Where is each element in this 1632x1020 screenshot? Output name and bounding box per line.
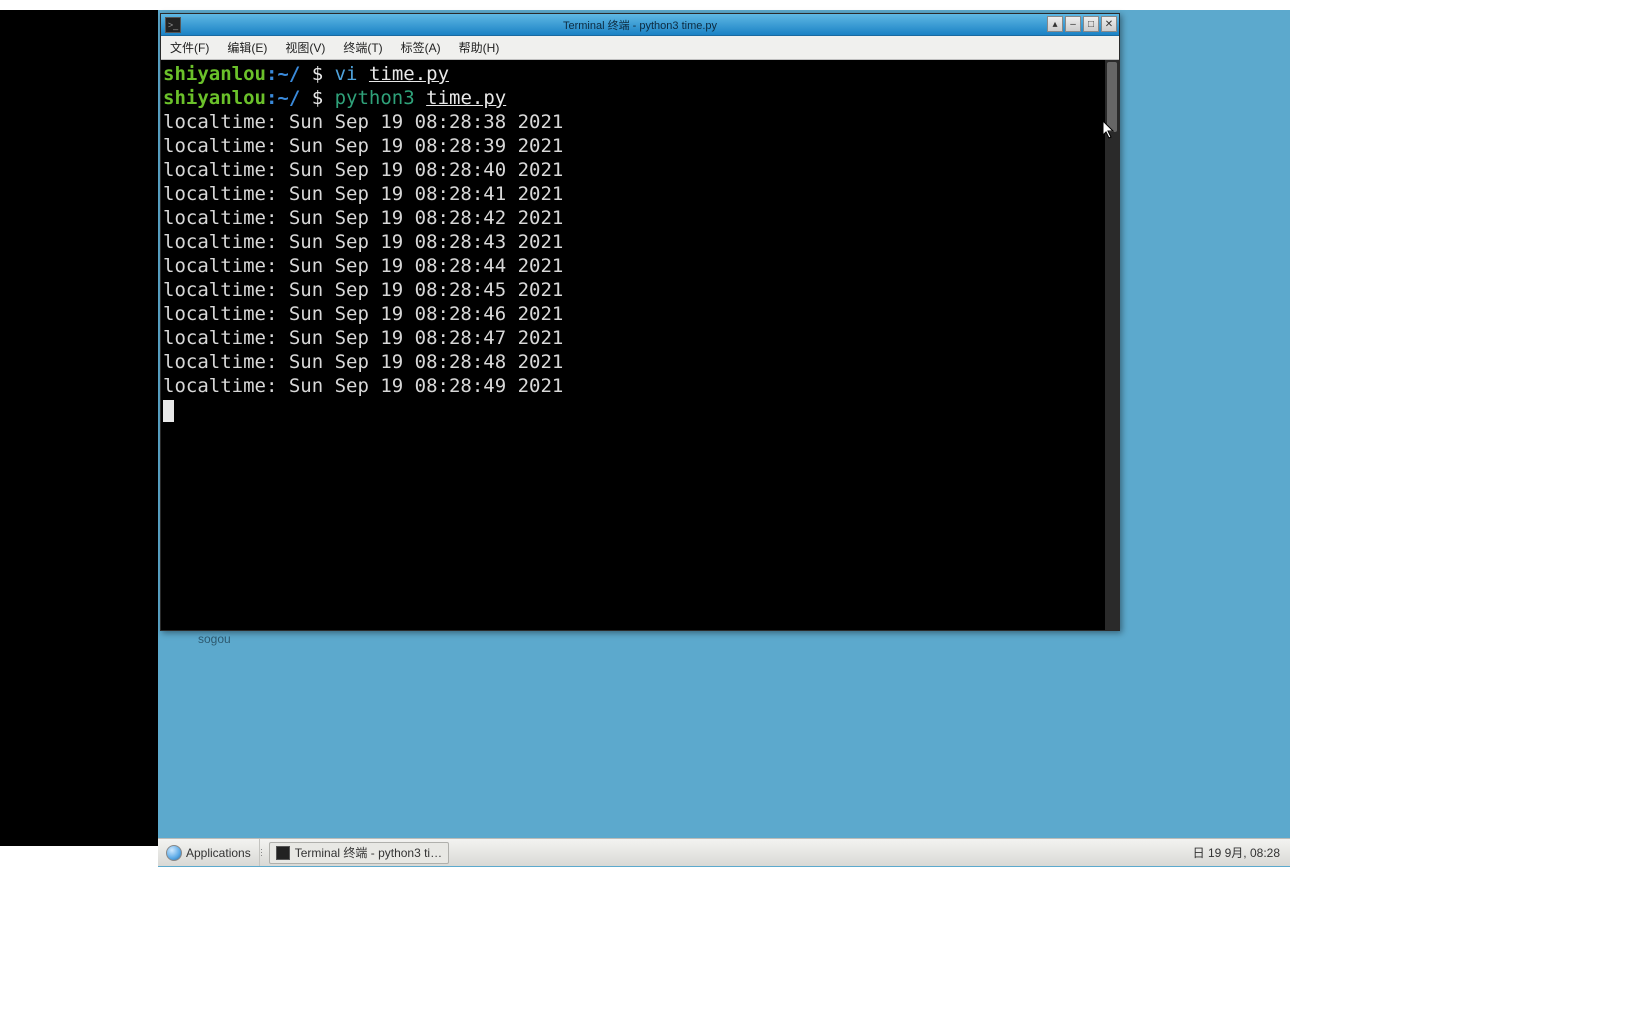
window-maximize-button[interactable]: □ bbox=[1083, 16, 1099, 32]
window-titlebar[interactable]: >_ Terminal 终端 - python3 time.py ▴ – □ ✕ bbox=[161, 14, 1119, 36]
desktop-icon-sogou-label[interactable]: sogou bbox=[198, 632, 231, 646]
taskbar-item-terminal[interactable]: Terminal 终端 - python3 ti… bbox=[269, 842, 449, 864]
menu-tabs[interactable]: 标签(A) bbox=[392, 36, 450, 59]
window-shade-button[interactable]: ▴ bbox=[1047, 16, 1063, 32]
taskbar-clock[interactable]: 日 19 9月, 08:28 bbox=[1183, 844, 1290, 861]
terminal-container: shiyanlou:~/ $ vi time.py shiyanlou:~/ $… bbox=[161, 60, 1119, 630]
taskbar-item-label: Terminal 终端 - python3 ti… bbox=[295, 844, 442, 861]
applications-menu-button[interactable]: Applications bbox=[158, 839, 260, 866]
window-controls: ▴ – □ ✕ bbox=[1047, 16, 1117, 32]
terminal-window: >_ Terminal 终端 - python3 time.py ▴ – □ ✕… bbox=[160, 13, 1120, 631]
window-title: Terminal 终端 - python3 time.py bbox=[563, 17, 717, 33]
terminal-output[interactable]: shiyanlou:~/ $ vi time.py shiyanlou:~/ $… bbox=[161, 60, 1119, 630]
window-minimize-button[interactable]: – bbox=[1065, 16, 1081, 32]
menu-help[interactable]: 帮助(H) bbox=[450, 36, 509, 59]
terminal-scrollbar[interactable] bbox=[1105, 60, 1119, 630]
terminal-app-icon: >_ bbox=[165, 17, 181, 33]
taskbar-divider bbox=[260, 839, 266, 866]
menu-file[interactable]: 文件(F) bbox=[161, 36, 218, 59]
taskbar: Applications Terminal 终端 - python3 ti… 日… bbox=[158, 838, 1290, 866]
menu-view[interactable]: 视图(V) bbox=[276, 36, 334, 59]
applications-label: Applications bbox=[186, 846, 251, 860]
menu-edit[interactable]: 编辑(E) bbox=[218, 36, 276, 59]
applications-icon bbox=[166, 845, 182, 861]
menubar: 文件(F) 编辑(E) 视图(V) 终端(T) 标签(A) 帮助(H) bbox=[161, 36, 1119, 60]
window-close-button[interactable]: ✕ bbox=[1101, 16, 1117, 32]
terminal-taskbar-icon bbox=[276, 846, 290, 860]
menu-terminal[interactable]: 终端(T) bbox=[334, 36, 391, 59]
terminal-scrollbar-thumb[interactable] bbox=[1107, 62, 1117, 132]
